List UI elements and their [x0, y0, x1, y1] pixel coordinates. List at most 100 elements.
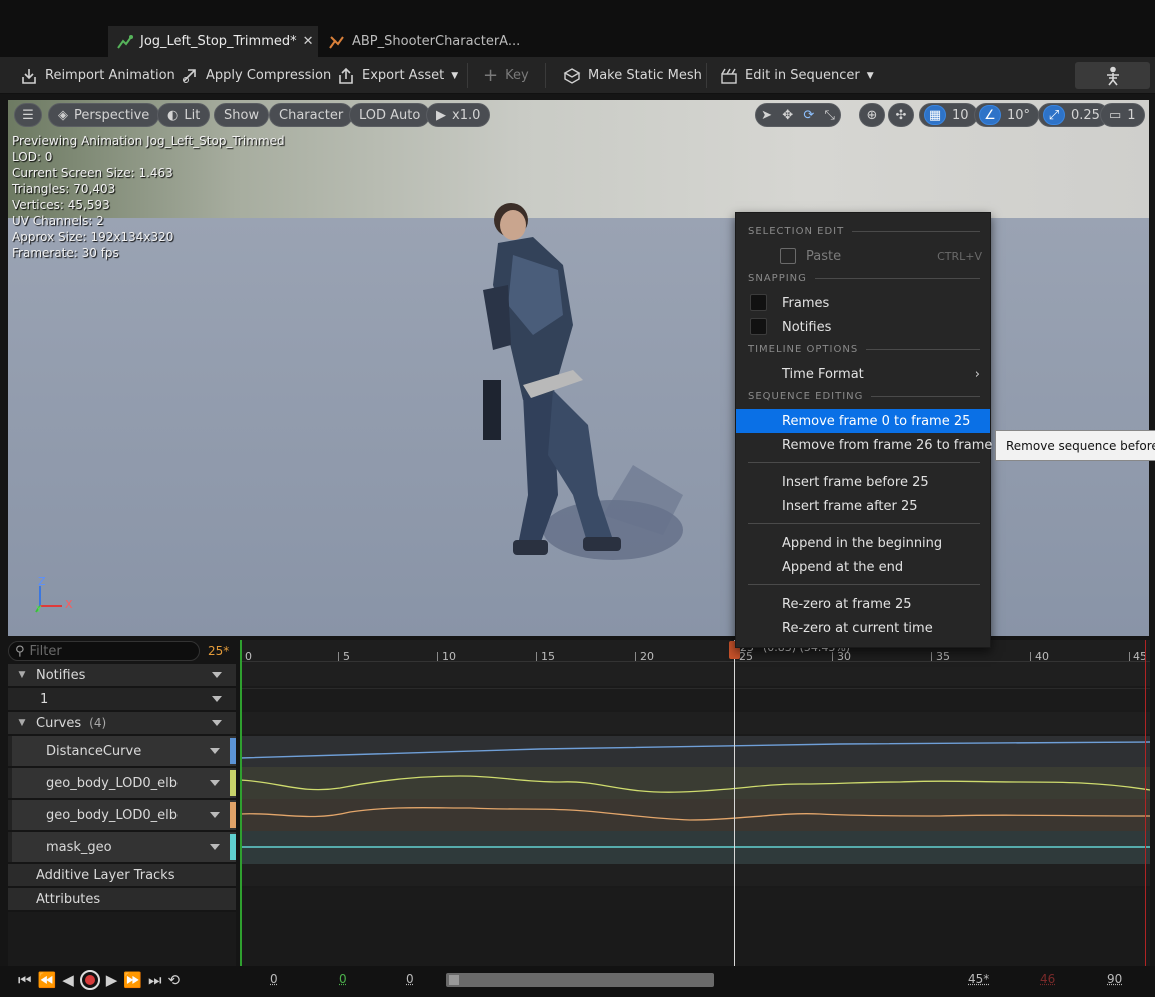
- end-frame-field[interactable]: 46: [1040, 972, 1055, 986]
- dropdown-arrow-icon[interactable]: [210, 812, 220, 818]
- scale-snap-button[interactable]: ⤢ 0.25: [1038, 103, 1109, 127]
- reimport-animation-button[interactable]: Reimport Animation: [20, 57, 175, 94]
- curve-name: DistanceCurve: [12, 744, 141, 759]
- lod-button[interactable]: LOD Auto: [349, 103, 430, 127]
- play-icon[interactable]: ▶: [106, 971, 118, 989]
- close-tab-icon[interactable]: ✕: [303, 34, 314, 49]
- character-label: Character: [279, 108, 343, 123]
- play-reverse-icon[interactable]: ◀: [62, 971, 74, 989]
- dropdown-arrow-icon[interactable]: [212, 672, 222, 678]
- tab-abp-shooter[interactable]: ABP_ShooterCharacterA...: [320, 26, 510, 57]
- step-forward-icon[interactable]: ⏩: [123, 971, 142, 989]
- curve-color-swatch: [230, 802, 236, 828]
- select-icon[interactable]: ➤: [761, 108, 772, 123]
- skeleton-button[interactable]: [1075, 62, 1150, 89]
- scale-icon[interactable]: ⤡: [824, 108, 834, 123]
- character-button[interactable]: Character: [269, 103, 353, 127]
- rezero-current-label: Re-zero at current time: [782, 621, 933, 636]
- camera-speed-button[interactable]: ▭ 1: [1100, 103, 1145, 127]
- curves-graph[interactable]: [240, 736, 1150, 864]
- dropdown-arrow-icon[interactable]: [210, 748, 220, 754]
- notify-lane[interactable]: [240, 662, 1150, 686]
- insert-after-menu-item[interactable]: Insert frame after 25: [736, 494, 990, 518]
- coordinate-space-button[interactable]: ⊕: [859, 103, 885, 127]
- insert-before-menu-item[interactable]: Insert frame before 25: [736, 470, 990, 494]
- timeline-scrollbar[interactable]: [446, 973, 714, 987]
- section-timeline-options: TIMELINE OPTIONS: [748, 344, 980, 355]
- view-end-field[interactable]: 90: [1107, 972, 1122, 986]
- curve-row[interactable]: DistanceCurve: [8, 736, 236, 766]
- collapse-arrow-icon[interactable]: ▼: [8, 670, 36, 680]
- notify-track-row[interactable]: 1: [8, 688, 236, 710]
- rotate-icon[interactable]: ⟳: [803, 108, 814, 123]
- timeline-area[interactable]: 0 5 10 15 20 25 30 35 40 45 25* (0.83) (…: [240, 640, 1150, 966]
- make-static-mesh-button[interactable]: Make Static Mesh: [563, 57, 702, 94]
- stats-approx-size: Approx Size: 192x134x320: [12, 229, 285, 245]
- curve-row[interactable]: geo_body_LOD0_elbow_l_M: [8, 768, 236, 798]
- apply-compression-button[interactable]: Apply Compression: [181, 57, 331, 94]
- perspective-button[interactable]: ◈ Perspective: [48, 103, 159, 127]
- hamburger-icon: ☰: [22, 108, 34, 123]
- snap-notifies-menu-item[interactable]: Notifies: [736, 315, 990, 339]
- frames-checkbox[interactable]: [750, 294, 767, 311]
- playhead-line[interactable]: [734, 640, 735, 966]
- export-asset-button[interactable]: Export Asset ▼: [337, 57, 458, 94]
- rotation-snap-button[interactable]: ∠ 10°: [974, 103, 1039, 127]
- skeleton-icon: [1104, 66, 1122, 86]
- sequencer-label: Edit in Sequencer: [745, 68, 860, 83]
- toolbar-divider: [706, 63, 707, 88]
- curves-header[interactable]: ▼ Curves (4): [8, 712, 236, 734]
- skip-to-start-icon[interactable]: ⏮: [18, 971, 32, 989]
- remove-before-menu-item[interactable]: Remove frame 0 to frame 25: [736, 409, 990, 433]
- rezero-current-menu-item[interactable]: Re-zero at current time: [736, 616, 990, 640]
- viewport-menu-button[interactable]: ☰: [14, 103, 42, 127]
- rezero-frame-menu-item[interactable]: Re-zero at frame 25: [736, 592, 990, 616]
- dropdown-arrow-icon[interactable]: [210, 780, 220, 786]
- lit-button[interactable]: ◐ Lit: [157, 103, 210, 127]
- remove-after-menu-item[interactable]: Remove from frame 26 to frame 47: [736, 433, 990, 457]
- attributes-row[interactable]: Attributes: [8, 888, 236, 910]
- curve-row[interactable]: mask_geo: [8, 832, 236, 862]
- record-icon[interactable]: [80, 970, 100, 990]
- curve-row[interactable]: geo_body_LOD0_elbow_r_M: [8, 800, 236, 830]
- step-back-icon[interactable]: ⏪: [38, 971, 57, 989]
- collapse-arrow-icon[interactable]: ▼: [8, 718, 36, 728]
- dropdown-arrow-icon[interactable]: [210, 844, 220, 850]
- static-mesh-icon: [563, 67, 581, 85]
- curves-lane[interactable]: [240, 712, 1150, 734]
- paste-menu-item[interactable]: Paste CTRL+V: [736, 244, 990, 268]
- loop-icon[interactable]: ⟲: [168, 971, 181, 989]
- frame-field[interactable]: 0: [406, 972, 414, 986]
- snap-frames-menu-item[interactable]: Frames: [736, 291, 990, 315]
- axis-x-label: X: [65, 598, 73, 611]
- start-marker[interactable]: [240, 640, 242, 966]
- time-format-menu-item[interactable]: Time Format ›: [736, 362, 990, 386]
- notifies-header[interactable]: ▼ Notifies: [8, 664, 236, 686]
- dropdown-arrow-icon[interactable]: [212, 696, 222, 702]
- edit-in-sequencer-button[interactable]: Edit in Sequencer ▼: [720, 57, 874, 94]
- move-icon[interactable]: ✥: [782, 108, 793, 123]
- dropdown-arrow-icon[interactable]: [212, 720, 222, 726]
- scrollbar-handle[interactable]: [449, 975, 459, 985]
- notify-track-lane[interactable]: [240, 688, 1150, 710]
- time-ruler[interactable]: 0 5 10 15 20 25 30 35 40 45: [240, 640, 1150, 662]
- notifies-checkbox[interactable]: [750, 318, 767, 335]
- append-begin-menu-item[interactable]: Append in the beginning: [736, 531, 990, 555]
- additive-layer-tracks-row[interactable]: Additive Layer Tracks: [8, 864, 236, 886]
- playback-speed-button[interactable]: ▶ x1.0: [426, 103, 490, 127]
- view-start-field[interactable]: 0: [270, 972, 278, 986]
- additive-lane[interactable]: [240, 864, 1150, 886]
- filter-input[interactable]: ⚲ Filter: [8, 641, 200, 661]
- show-button[interactable]: Show: [214, 103, 269, 127]
- grid-snap-button[interactable]: ▦ 10: [919, 103, 978, 127]
- play-start-field[interactable]: 0: [339, 972, 347, 986]
- append-end-menu-item[interactable]: Append at the end: [736, 555, 990, 579]
- skip-to-end-icon[interactable]: ⏭: [148, 971, 162, 989]
- key-button[interactable]: + Key: [483, 57, 529, 94]
- tab-jog-left-stop[interactable]: Jog_Left_Stop_Trimmed* ✕: [108, 26, 318, 57]
- play-end-field[interactable]: 45*: [968, 972, 989, 986]
- attributes-lane[interactable]: [240, 888, 1150, 910]
- transform-tools-group: ➤ ✥ ⟳ ⤡: [755, 103, 841, 127]
- surface-snap-button[interactable]: ✣: [888, 103, 914, 127]
- end-marker[interactable]: [1145, 640, 1146, 966]
